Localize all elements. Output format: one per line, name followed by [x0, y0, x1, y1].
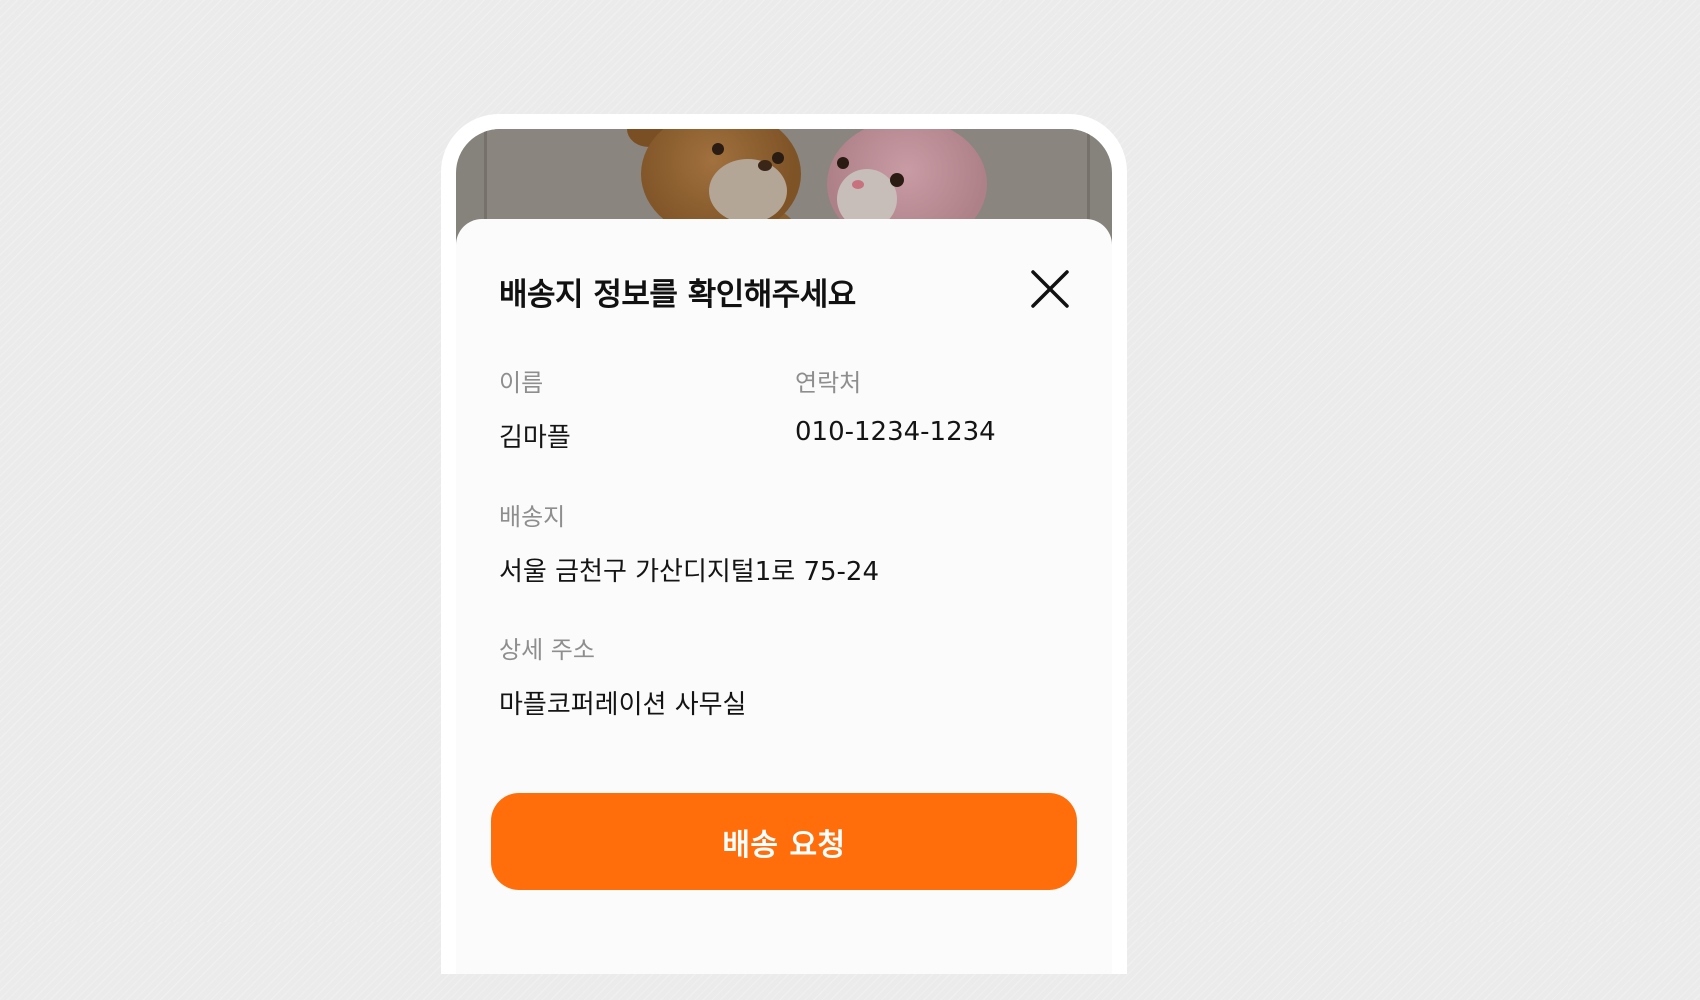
- brown-bear-eye: [772, 152, 784, 164]
- brown-bear-nose: [758, 160, 772, 171]
- name-value: 김마플: [499, 423, 571, 453]
- address-detail-label: 상세 주소: [499, 636, 595, 664]
- address-detail-value: 마플코퍼레이션 사무실: [499, 690, 747, 720]
- phone-label: 연락처: [795, 369, 862, 397]
- name-label: 이름: [499, 369, 544, 397]
- pink-bear-nose: [852, 180, 864, 189]
- brown-bear-muzzle: [709, 159, 787, 223]
- close-icon: [1031, 270, 1069, 308]
- address-label: 배송지: [499, 503, 566, 531]
- pink-bear-eye: [890, 173, 904, 187]
- close-button[interactable]: [1026, 265, 1074, 313]
- address-value: 서울 금천구 가산디지털1로 75-24: [499, 557, 880, 587]
- phone-frame: 배송지 정보를 확인해주세요 이름 김마플 연락처 010-1234-1234 …: [441, 114, 1127, 974]
- pink-bear-eye: [837, 157, 849, 169]
- phone-screen: 배송지 정보를 확인해주세요 이름 김마플 연락처 010-1234-1234 …: [456, 129, 1112, 974]
- brown-bear-eye: [712, 143, 724, 155]
- sheet-title: 배송지 정보를 확인해주세요: [499, 277, 856, 313]
- shipping-request-button[interactable]: 배송 요청: [491, 793, 1077, 890]
- phone-value: 010-1234-1234: [795, 417, 996, 447]
- shipping-info-bottom-sheet: 배송지 정보를 확인해주세요 이름 김마플 연락처 010-1234-1234 …: [456, 219, 1112, 974]
